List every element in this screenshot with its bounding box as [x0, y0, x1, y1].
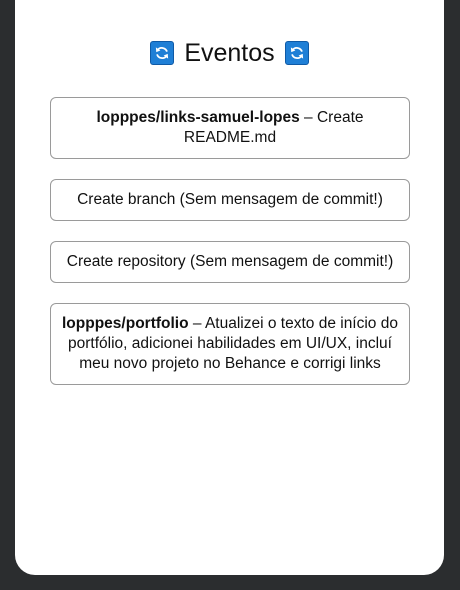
page-title: Eventos — [184, 38, 275, 67]
event-separator: – — [188, 315, 205, 332]
event-item[interactable]: lopppes/links-samuel-lopes – Create READ… — [50, 97, 410, 159]
refresh-emoji-icon — [284, 41, 309, 65]
event-list: lopppes/links-samuel-lopes – Create READ… — [50, 97, 410, 405]
event-item[interactable]: lopppes/portfolio – Atualizei o texto de… — [50, 303, 410, 385]
refresh-emoji-icon — [150, 41, 175, 65]
event-message: Create branch (Sem mensagem de commit!) — [77, 191, 383, 208]
event-item[interactable]: Create repository (Sem mensagem de commi… — [50, 241, 410, 283]
event-item[interactable]: Create branch (Sem mensagem de commit!) — [50, 179, 410, 221]
event-separator: – — [299, 109, 317, 126]
event-message: Create repository (Sem mensagem de commi… — [66, 253, 394, 270]
event-repo: lopppes/portfolio — [62, 315, 189, 332]
event-repo: lopppes/links-samuel-lopes — [96, 109, 300, 126]
page-title-row: Eventos — [15, 38, 444, 68]
events-card: Eventos lopppes/links-samuel-lopes – Cre… — [15, 0, 444, 575]
